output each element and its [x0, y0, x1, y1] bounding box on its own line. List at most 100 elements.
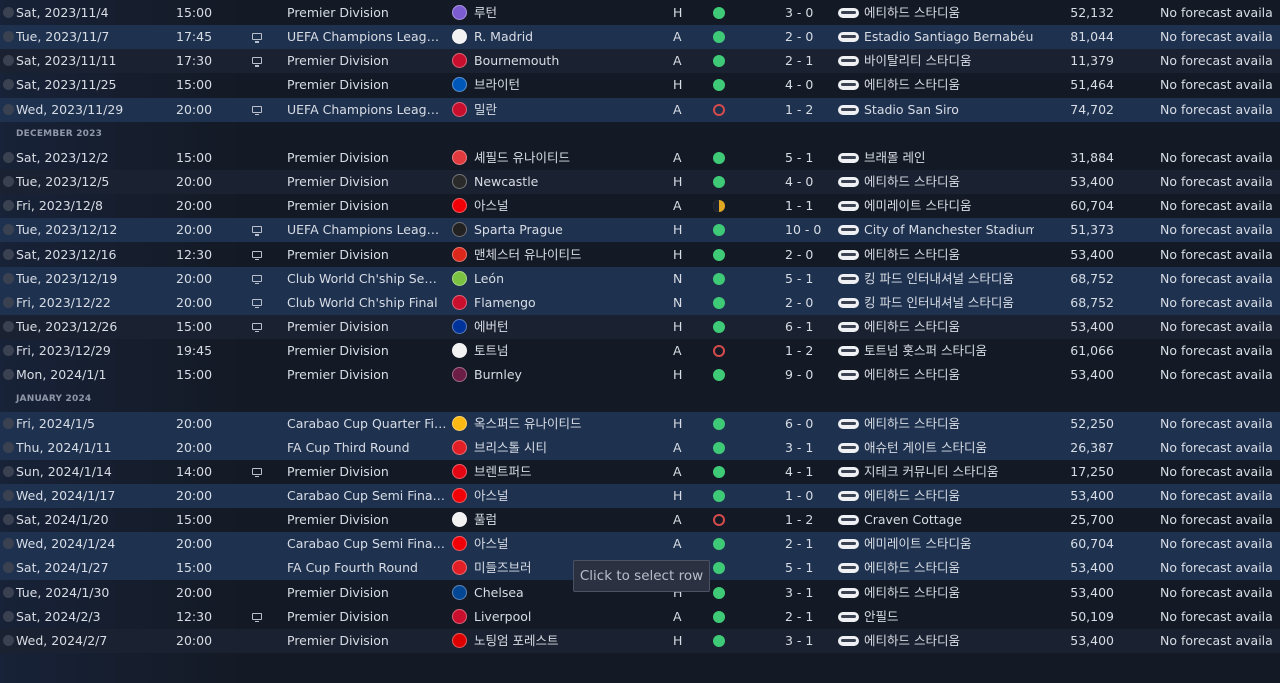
- competition-name[interactable]: Premier Division: [287, 1, 447, 25]
- fixture-row[interactable]: Sat, 2023/11/4 15:00 Premier Division 루턴 H 3 …: [0, 1, 1280, 25]
- competition-name[interactable]: Premier Division: [287, 460, 447, 484]
- badge-cell: [452, 315, 470, 339]
- fixture-row[interactable]: Sat, 2023/11/25 15:00 Premier Division 브라이턴…: [0, 73, 1280, 97]
- fixture-row[interactable]: Fri, 2024/1/5 20:00 Carabao Cup Quarter Fi…: [0, 411, 1280, 436]
- opponent-name[interactable]: 브라이턴: [474, 73, 674, 97]
- fixture-row[interactable]: Wed, 2024/1/24 20:00 Carabao Cup Semi Fina…: [0, 532, 1280, 557]
- stadium-name: 지테크 커뮤니티 스타디움: [864, 463, 999, 479]
- row-check-icon: [3, 296, 14, 308]
- competition-name[interactable]: Premier Division: [287, 315, 447, 339]
- stadium-icon: [838, 611, 859, 622]
- competition-name[interactable]: Carabao Cup Semi Final (2nd Leg): [287, 532, 447, 556]
- fixture-row[interactable]: Mon, 2024/1/1 15:00 Premier Division Burnle…: [0, 363, 1280, 387]
- fixture-row[interactable]: Sat, 2023/12/2 15:00 Premier Division 셰필드 유…: [0, 146, 1280, 170]
- competition-name[interactable]: Premier Division: [287, 170, 447, 194]
- opponent-name[interactable]: Sparta Prague: [474, 218, 674, 242]
- stadium-name: 바이탈리티 스타디움: [864, 53, 972, 69]
- competition-name[interactable]: Premier Division: [287, 146, 447, 170]
- tv-cell: [252, 267, 266, 291]
- kickoff-time: 20:00: [176, 101, 213, 117]
- opponent-name[interactable]: 아스널: [474, 194, 674, 218]
- attendance: 51,464: [1070, 77, 1114, 93]
- result-loss-icon: [713, 103, 725, 116]
- opponent-name[interactable]: 셰필드 유나이티드: [474, 146, 674, 170]
- competition-name[interactable]: UEFA Champions League Group Stage: [287, 98, 447, 122]
- result-win-icon: [713, 31, 725, 44]
- fixture-row[interactable]: Wed, 2023/11/29 20:00 UEFA Champions Leagu…: [0, 97, 1280, 122]
- fixture-row[interactable]: Sat, 2023/12/16 12:30 Premier Division 맨체스터…: [0, 243, 1280, 267]
- fixture-row[interactable]: Wed, 2024/2/7 20:00 Premier Division 노팅엄 포레…: [0, 628, 1280, 653]
- fixture-row[interactable]: Wed, 2024/1/17 20:00 Carabao Cup Semi Fina…: [0, 484, 1280, 508]
- club-badge-icon: [452, 560, 467, 576]
- competition-name[interactable]: Carabao Cup Quarter Final: [287, 412, 447, 436]
- fixture-row[interactable]: Tue, 2023/12/5 20:00 Premier Division Newca…: [0, 170, 1280, 195]
- fixture-row[interactable]: Tue, 2023/12/26 15:00 Premier Division 에버턴 H…: [0, 314, 1280, 339]
- competition-name[interactable]: FA Cup Third Round: [287, 436, 447, 460]
- competition-name[interactable]: Premier Division: [287, 339, 447, 363]
- stadium-name: 킹 파드 인터내셔널 스타디움: [864, 270, 1014, 286]
- badge-cell: [452, 243, 470, 267]
- fixture-row[interactable]: Thu, 2024/1/11 20:00 FA Cup Third Round 브리스…: [0, 435, 1280, 460]
- opponent-name[interactable]: 에버턴: [474, 315, 674, 339]
- opponent-name[interactable]: 맨체스터 유나이티드: [474, 243, 674, 267]
- fixture-row[interactable]: Fri, 2023/12/29 19:45 Premier Division 토트넘 A…: [0, 339, 1280, 363]
- tv-cell: [252, 315, 266, 339]
- stadium-icon: [838, 225, 859, 236]
- fixture-row[interactable]: Tue, 2023/12/19 20:00 Club World Ch'ship S…: [0, 266, 1280, 291]
- opponent-name[interactable]: Burnley: [474, 363, 674, 387]
- competition-name[interactable]: Premier Division: [287, 243, 447, 267]
- fixture-row[interactable]: Sat, 2024/2/3 12:30 Premier Division Liverp…: [0, 605, 1280, 629]
- attendance: 51,373: [1070, 222, 1114, 238]
- opponent-name[interactable]: Liverpool: [474, 605, 674, 629]
- forecast: No forecast available: [1160, 101, 1272, 117]
- opponent-name[interactable]: 브리스톨 시티: [474, 436, 674, 460]
- stadium-name: 에티하드 스타디움: [864, 367, 960, 383]
- competition-name[interactable]: Premier Division: [287, 605, 447, 629]
- fixture-row[interactable]: Sat, 2023/11/11 17:30 Premier Division Bour…: [0, 49, 1280, 74]
- result-cell: [713, 218, 727, 242]
- competition-name[interactable]: UEFA Champions League Group Stage: [287, 218, 447, 242]
- competition-name[interactable]: FA Cup Fourth Round: [287, 556, 447, 580]
- competition-name[interactable]: Club World Ch'ship Final: [287, 291, 447, 315]
- competition-name[interactable]: Premier Division: [287, 49, 447, 73]
- fixture-row[interactable]: Fri, 2023/12/8 20:00 Premier Division 아스널 A 1…: [0, 194, 1280, 218]
- opponent-name[interactable]: 브렌트퍼드: [474, 460, 674, 484]
- fixture-row[interactable]: Tue, 2023/12/12 20:00 UEFA Champions Leagu…: [0, 218, 1280, 243]
- fixture-date: Tue, 2023/11/7: [16, 29, 110, 45]
- opponent-name[interactable]: 밀란: [474, 98, 674, 122]
- competition-name[interactable]: Premier Division: [287, 73, 447, 97]
- opponent-name[interactable]: 아스널: [474, 532, 674, 556]
- badge-cell: [452, 363, 470, 387]
- attendance: 61,066: [1070, 343, 1114, 359]
- competition-name[interactable]: Premier Division: [287, 363, 447, 387]
- competition-name[interactable]: Premier Division: [287, 581, 447, 605]
- competition-name[interactable]: Premier Division: [287, 508, 447, 532]
- tv-cell: [252, 194, 266, 218]
- fixture-row[interactable]: Sat, 2024/1/20 15:00 Premier Division 풀럼 A 1 …: [0, 508, 1280, 532]
- stadium-icon-cell: [838, 363, 860, 387]
- competition-name[interactable]: UEFA Champions League Group Stage: [287, 25, 447, 49]
- opponent-name[interactable]: 옥스퍼드 유나이티드: [474, 412, 674, 436]
- competition-name[interactable]: Carabao Cup Semi Final (1st Leg): [287, 484, 447, 508]
- tv-icon: [252, 33, 262, 43]
- venue-code: H: [673, 488, 683, 503]
- opponent-name[interactable]: Flamengo: [474, 291, 674, 315]
- fixture-row[interactable]: Tue, 2023/11/7 17:45 UEFA Champions League…: [0, 25, 1280, 50]
- fixture-row[interactable]: Sun, 2024/1/14 14:00 Premier Division 브렌트퍼드…: [0, 460, 1280, 484]
- opponent-name[interactable]: 루턴: [474, 1, 674, 25]
- opponent-name[interactable]: Newcastle: [474, 170, 674, 194]
- club-badge-icon: [452, 632, 467, 648]
- opponent-name[interactable]: 풀럼: [474, 508, 674, 532]
- fixture-row[interactable]: Fri, 2023/12/22 20:00 Club World Ch'ship F…: [0, 290, 1280, 315]
- opponent-name[interactable]: 아스널: [474, 484, 674, 508]
- competition-name[interactable]: Club World Ch'ship Semi Final: [287, 267, 447, 291]
- competition-name[interactable]: Premier Division: [287, 629, 447, 653]
- result-win-icon: [713, 55, 725, 68]
- tv-cell: [252, 605, 266, 629]
- opponent-name[interactable]: R. Madrid: [474, 25, 674, 49]
- opponent-name[interactable]: León: [474, 267, 674, 291]
- opponent-name[interactable]: Bournemouth: [474, 49, 674, 73]
- opponent-name[interactable]: 토트넘: [474, 339, 674, 363]
- opponent-name[interactable]: 노팅엄 포레스트: [474, 629, 674, 653]
- competition-name[interactable]: Premier Division: [287, 194, 447, 218]
